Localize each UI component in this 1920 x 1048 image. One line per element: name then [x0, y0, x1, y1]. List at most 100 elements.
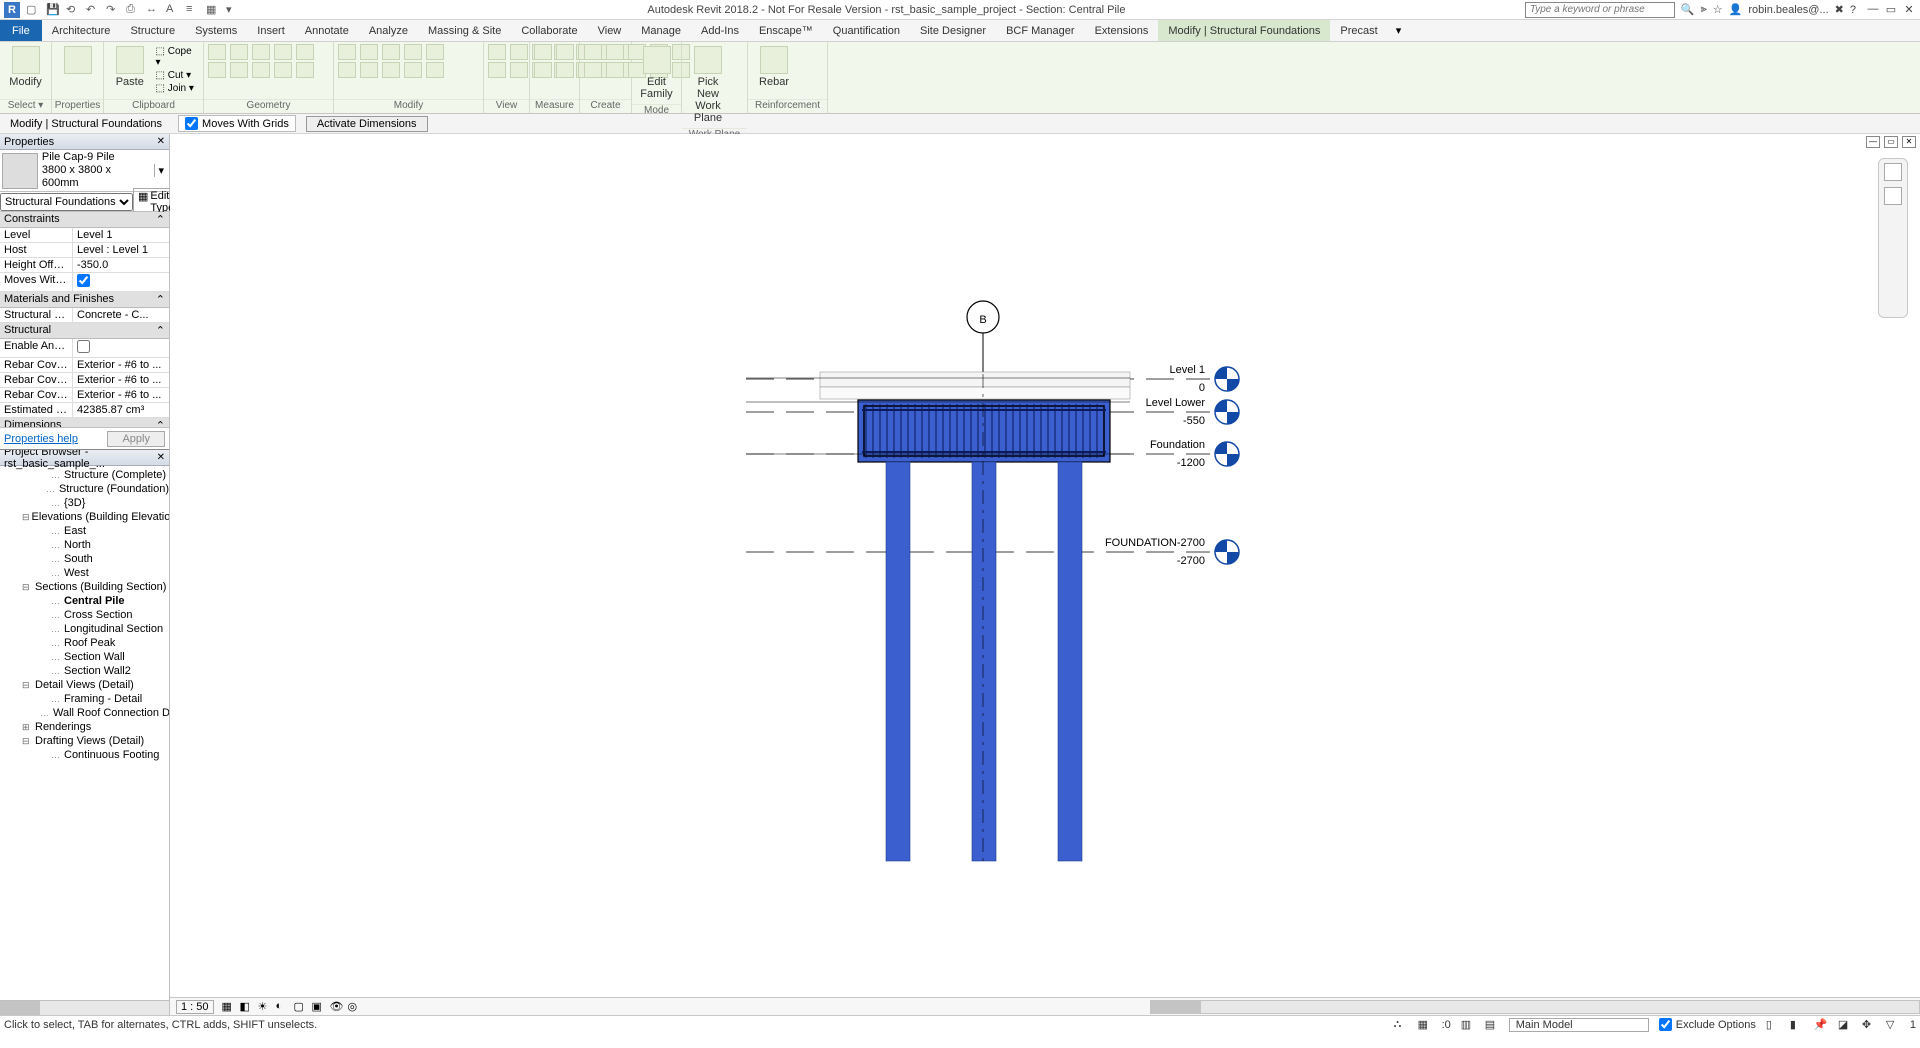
ribbon-tool-icon[interactable] — [404, 62, 422, 78]
tree-expand-icon[interactable]: ⊟ — [22, 678, 33, 692]
tree-node[interactable]: ⊟Drafting Views (Detail) — [0, 734, 169, 748]
save-icon[interactable]: 💾 — [46, 3, 60, 17]
sun-path-icon[interactable]: ☀ — [258, 1000, 272, 1014]
filter-icon[interactable]: ▽ — [1886, 1018, 1900, 1032]
ribbon-small-join-[interactable]: ⬚ Join ▾ — [156, 83, 199, 94]
select-links-icon[interactable]: ▯ — [1766, 1018, 1780, 1032]
ribbon-tool-icon[interactable] — [426, 62, 444, 78]
tree-node[interactable]: …Wall Roof Connection Det — [0, 706, 169, 720]
measure-icon[interactable]: ↔ — [146, 3, 160, 17]
drag-elements-icon[interactable]: ✥ — [1862, 1018, 1876, 1032]
ribbon-tool-icon[interactable] — [338, 62, 356, 78]
ribbon-tool-icon[interactable] — [360, 44, 378, 60]
tab-insert[interactable]: Insert — [247, 20, 295, 41]
ribbon-tool-icon[interactable] — [510, 44, 528, 60]
search-input[interactable] — [1525, 2, 1675, 18]
tree-node[interactable]: …Continuous Footing — [0, 748, 169, 762]
tree-node[interactable]: ⊟Sections (Building Section) — [0, 580, 169, 594]
tab-extensions[interactable]: Extensions — [1085, 20, 1159, 41]
open-icon[interactable]: ▢ — [26, 3, 40, 17]
tab-view[interactable]: View — [588, 20, 632, 41]
thin-lines-icon[interactable]: ≡ — [186, 3, 200, 17]
tab-systems[interactable]: Systems — [185, 20, 247, 41]
project-browser-close-icon[interactable]: ✕ — [157, 452, 165, 463]
close-hidden-icon[interactable]: ▦ — [206, 3, 220, 17]
tree-expand-icon[interactable]: ⊟ — [22, 734, 33, 748]
prop-value[interactable]: Exterior - #6 to ... — [72, 373, 169, 387]
view-scale[interactable]: 1 : 50 — [176, 1000, 214, 1014]
ribbon-tool-icon[interactable] — [208, 44, 226, 60]
select-pinned-icon[interactable]: 📌 — [1814, 1018, 1828, 1032]
ribbon-tool-icon[interactable] — [252, 62, 270, 78]
model-groups-icon[interactable]: ▤ — [1485, 1018, 1499, 1032]
ribbon-button-rebar[interactable]: Rebar — [752, 44, 796, 90]
prop-category[interactable]: Dimensions⌃ — [0, 418, 169, 427]
tree-node[interactable]: …Cross Section — [0, 608, 169, 622]
project-browser-tree[interactable]: …Structure (Complete)…Structure (Foundat… — [0, 466, 169, 1000]
reveal-hidden-icon[interactable]: ◎ — [348, 1000, 362, 1014]
comm-icon[interactable]: ⫸ — [1701, 3, 1707, 16]
signin-icon[interactable]: 👤 — [1729, 3, 1743, 16]
undo-icon[interactable]: ↶ — [86, 3, 100, 17]
select-underlay-icon[interactable]: ▮ — [1790, 1018, 1804, 1032]
tab-modify-structural-foundations[interactable]: Modify | Structural Foundations — [1158, 20, 1330, 41]
align-icon[interactable]: A — [166, 3, 180, 17]
ribbon-tool-icon[interactable] — [606, 44, 624, 60]
ribbon-tool-icon[interactable] — [382, 44, 400, 60]
tree-node[interactable]: …Structure (Complete) — [0, 468, 169, 482]
tab-file[interactable]: File — [0, 20, 42, 41]
tab-site-designer[interactable]: Site Designer — [910, 20, 996, 41]
properties-filter-select[interactable]: Structural Foundations — [0, 193, 133, 211]
tab-enscape-[interactable]: Enscape™ — [749, 20, 823, 41]
ribbon-tool-icon[interactable] — [296, 62, 314, 78]
ribbon-button-modify[interactable]: Modify — [4, 44, 47, 90]
tree-expand-icon[interactable]: ⊟ — [22, 510, 30, 524]
design-options-icon[interactable]: ▦ — [1418, 1018, 1432, 1032]
tree-node[interactable]: …Structure (Foundation) — [0, 482, 169, 496]
ribbon-tool-icon[interactable] — [208, 62, 226, 78]
help-icon[interactable]: ? — [1850, 4, 1856, 16]
tree-node[interactable]: …North — [0, 538, 169, 552]
temp-hide-icon[interactable]: 👁 — [330, 1000, 344, 1014]
prop-category[interactable]: Materials and Finishes⌃ — [0, 292, 169, 308]
properties-help-link[interactable]: Properties help — [4, 433, 78, 445]
prop-value[interactable] — [72, 339, 169, 357]
tree-node[interactable]: …{3D} — [0, 496, 169, 510]
tree-node[interactable]: …Framing - Detail — [0, 692, 169, 706]
binoculars-icon[interactable]: 🔍 — [1681, 3, 1695, 16]
tree-node[interactable]: …West — [0, 566, 169, 580]
show-crop-icon[interactable]: ▣ — [312, 1000, 326, 1014]
tree-node[interactable]: …Roof Peak — [0, 636, 169, 650]
tab-collaborate[interactable]: Collaborate — [511, 20, 587, 41]
ribbon-tool-icon[interactable] — [584, 44, 602, 60]
ribbon-tool-icon[interactable] — [556, 62, 574, 78]
view-canvas[interactable]: — ▭ ✕ Level 10Level Lower-550Foundation-… — [170, 134, 1920, 1015]
tab-manage[interactable]: Manage — [631, 20, 691, 41]
prop-value[interactable]: Level 1 — [72, 228, 169, 242]
sync-icon[interactable]: ⟲ — [66, 3, 80, 17]
ribbon-tool-icon[interactable] — [534, 62, 552, 78]
shadows-icon[interactable]: ◐ — [276, 1000, 290, 1014]
print-icon[interactable]: ⎙ — [126, 3, 140, 17]
tree-expand-icon[interactable]: ⊟ — [22, 580, 33, 594]
type-dropdown-icon[interactable]: ▾ — [154, 164, 167, 177]
moves-with-grids-input[interactable] — [185, 117, 198, 130]
tree-node[interactable]: …South — [0, 552, 169, 566]
ribbon-tool-icon[interactable] — [584, 62, 602, 78]
ribbon-small-cut-[interactable]: ⬚ Cut ▾ — [156, 70, 199, 81]
prop-category[interactable]: Constraints⌃ — [0, 212, 169, 228]
tree-node[interactable]: ⊞Renderings — [0, 720, 169, 734]
tab-annotate[interactable]: Annotate — [295, 20, 359, 41]
ribbon-tool-icon[interactable] — [534, 44, 552, 60]
moves-with-grids-checkbox[interactable]: Moves With Grids — [178, 115, 296, 132]
project-browser-hscroll[interactable] — [0, 1000, 169, 1015]
tab-massing-site[interactable]: Massing & Site — [418, 20, 511, 41]
editable-only-icon[interactable]: ▥ — [1461, 1018, 1475, 1032]
prop-value[interactable]: Exterior - #6 to ... — [72, 388, 169, 402]
ribbon-tool-icon[interactable] — [488, 44, 506, 60]
ribbon-tool-icon[interactable] — [382, 62, 400, 78]
ribbon-tool-icon[interactable] — [274, 62, 292, 78]
ribbon-tool-icon[interactable] — [606, 62, 624, 78]
worksets-icon[interactable]: ⛬ — [1394, 1018, 1408, 1032]
activate-dimensions-button[interactable]: Activate Dimensions — [306, 116, 428, 132]
